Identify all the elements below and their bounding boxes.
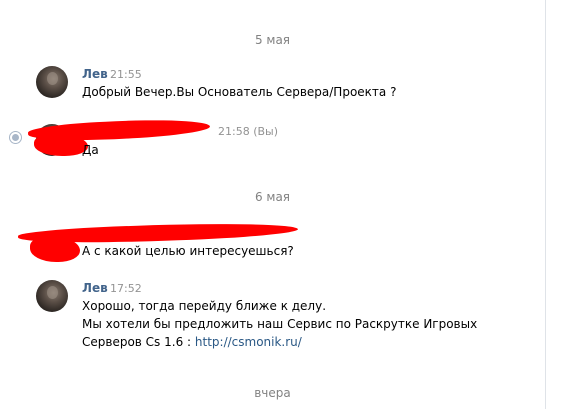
message-text: Добрый Вечер.Вы Основатель Сервера/Проек… bbox=[82, 85, 397, 99]
read-status-icon bbox=[9, 131, 22, 144]
scrollbar-track[interactable] bbox=[545, 0, 546, 409]
avatar[interactable] bbox=[36, 66, 68, 98]
message-text: А с какой целью интересуешься? bbox=[82, 244, 294, 258]
date-separator: 6 мая bbox=[254, 190, 291, 204]
message-text-line: Серверов Cs 1.6 : http://csmonik.ru/ bbox=[82, 333, 302, 351]
date-separator: вчера bbox=[254, 386, 291, 400]
date-separator: 5 мая bbox=[254, 33, 291, 47]
avatar[interactable] bbox=[36, 280, 68, 312]
redaction-mark bbox=[30, 236, 80, 262]
message-text-line: Хорошо, тогда перейду ближе к делу. bbox=[82, 299, 327, 313]
message-author[interactable]: Лев bbox=[82, 281, 108, 295]
message-text: Да bbox=[82, 143, 99, 157]
message-time[interactable]: 21:55 bbox=[110, 68, 142, 81]
message-text-line: Мы хотели бы предложить наш Сервис по Ра… bbox=[82, 317, 478, 331]
message-time[interactable]: 21:58 (Вы) bbox=[218, 125, 278, 138]
redaction-mark bbox=[34, 134, 88, 156]
message-author[interactable]: Лев bbox=[82, 67, 108, 81]
message-text-segment: Серверов Cs 1.6 : bbox=[82, 335, 195, 349]
message-time[interactable]: 17:52 bbox=[110, 282, 142, 295]
message-link[interactable]: http://csmonik.ru/ bbox=[195, 335, 302, 349]
